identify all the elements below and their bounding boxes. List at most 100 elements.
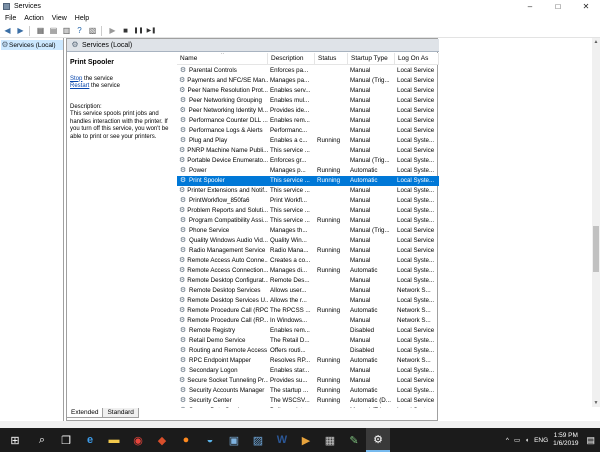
- table-row[interactable]: ⚙ Remote Registry Enables rem... Disabled Lo…: [177, 326, 439, 336]
- scroll-up-icon[interactable]: ▲: [592, 38, 600, 46]
- start-service-icon[interactable]: ▶: [107, 25, 118, 36]
- notification-icon[interactable]: ▤: [586, 435, 595, 446]
- pause-service-icon[interactable]: ❚❚: [133, 25, 144, 36]
- service-name: RPC Endpoint Mapper: [189, 357, 251, 364]
- column-header-status[interactable]: Status: [315, 53, 348, 65]
- taskbar: ⊞ ⌕ ❐ e ▬ ◉ ◆ ● ◒ ▣ ▨ W ▶ ▦ ✎ ⚙ ^ ▭ ◖ EN…: [0, 428, 600, 452]
- app-icon[interactable]: ▣: [222, 428, 246, 452]
- table-row[interactable]: ⚙ Program Compatibility Assi... This servi…: [177, 216, 439, 226]
- refresh-icon[interactable]: ▤: [48, 25, 59, 36]
- table-row[interactable]: ⚙ RPC Endpoint Mapper Resolves RP... Runnin…: [177, 356, 439, 366]
- clock[interactable]: 1:59 PM 1/6/2019: [553, 432, 578, 448]
- table-row[interactable]: ⚙ Remote Access Auto Conne... Creates a co…: [177, 256, 439, 266]
- properties-icon[interactable]: ▧: [87, 25, 98, 36]
- scroll-down-icon[interactable]: ▼: [592, 399, 600, 407]
- table-row[interactable]: ⚙ Remote Procedure Call (RP... In Windows.…: [177, 316, 439, 326]
- restart-service-icon[interactable]: ▶❚: [146, 25, 157, 36]
- table-row[interactable]: ⚙ PNRP Machine Name Publi... This service …: [177, 146, 439, 156]
- app-icon[interactable]: ▦: [318, 428, 342, 452]
- menu-help[interactable]: Help: [75, 15, 89, 22]
- app-icon[interactable]: ◆: [150, 428, 174, 452]
- table-row[interactable]: ⚙ Retail Demo Service The Retail D... Manua…: [177, 336, 439, 346]
- table-row[interactable]: ⚙ Payments and NFC/SE Man... Manages pa...…: [177, 76, 439, 86]
- menu-file[interactable]: File: [5, 15, 16, 22]
- table-row[interactable]: ⚙ Portable Device Enumerato... Enforces gr…: [177, 156, 439, 166]
- table-row[interactable]: ⚙ Performance Logs & Alerts Performanc... M…: [177, 126, 439, 136]
- table-row[interactable]: ⚙ Peer Networking Identity M... Provides i…: [177, 106, 439, 116]
- back-icon[interactable]: ◀: [2, 25, 13, 36]
- restart-suffix: the service: [89, 83, 121, 89]
- table-cell: Network S...: [397, 307, 431, 314]
- stop-service-icon[interactable]: ■: [120, 25, 131, 36]
- firefox-icon[interactable]: ●: [174, 428, 198, 452]
- table-row[interactable]: ⚙ Peer Networking Grouping Enables mul... M…: [177, 96, 439, 106]
- table-row[interactable]: ⚙ Problem Reports and Soluti... This servi…: [177, 206, 439, 216]
- forward-icon[interactable]: ▶: [15, 25, 26, 36]
- table-row[interactable]: ⚙ Radio Management Service Radio Mana... Ru…: [177, 246, 439, 256]
- table-row[interactable]: ⚙ Phone Service Manages th... Manual (Trig.…: [177, 226, 439, 236]
- table-row[interactable]: ⚙ Security Center The WSCSV... Running Autom…: [177, 396, 439, 406]
- table-row[interactable]: ⚙ Parental Controls Enforces pa... Manual Lo…: [177, 66, 439, 76]
- table-row[interactable]: ⚙ Plug and Play Enables a c... Running Manua…: [177, 136, 439, 146]
- chrome-icon[interactable]: ◉: [126, 428, 150, 452]
- table-row[interactable]: ⚙ Remote Procedure Call (RPC) The RPCSS ..…: [177, 306, 439, 316]
- gear-icon: ⚙: [179, 217, 187, 224]
- column-header-startup-type[interactable]: Startup Type: [348, 53, 395, 65]
- restart-service-link[interactable]: Restart: [70, 83, 89, 89]
- edge-icon[interactable]: e: [78, 428, 102, 452]
- table-row[interactable]: ⚙ Routing and Remote Access Offers routi..…: [177, 346, 439, 356]
- table-row[interactable]: ⚙ Printer Extensions and Notif... This ser…: [177, 186, 439, 196]
- table-row[interactable]: ⚙ Performance Counter DLL ... Enables rem.…: [177, 116, 439, 126]
- app-icon[interactable]: ▶: [294, 428, 318, 452]
- maximize-button[interactable]: □: [544, 0, 572, 12]
- services-taskbar-icon[interactable]: ⚙: [366, 428, 390, 452]
- network-icon[interactable]: ▭: [514, 436, 520, 444]
- table-row[interactable]: ⚙ Remote Access Connection... Manages di..…: [177, 266, 439, 276]
- menu-action[interactable]: Action: [24, 15, 43, 22]
- table-row[interactable]: ⚙ Security Accounts Manager The startup ..…: [177, 386, 439, 396]
- close-button[interactable]: ✕: [572, 0, 600, 12]
- table-cell: ⚙ Radio Management Service: [177, 246, 268, 256]
- tab-standard[interactable]: Standard: [102, 408, 139, 418]
- table-row[interactable]: ⚙ Secure Socket Tunneling Pr... Provides s…: [177, 376, 439, 386]
- table-row[interactable]: ⚙ Remote Desktop Services Allows user... Ma…: [177, 286, 439, 296]
- minimize-button[interactable]: –: [516, 0, 544, 12]
- word-icon[interactable]: W: [270, 428, 294, 452]
- table-row[interactable]: ⚙ PrintWorkflow_850fa6 Print Workfl... Manu…: [177, 196, 439, 206]
- app-icon[interactable]: ✎: [342, 428, 366, 452]
- start-icon[interactable]: ⊞: [0, 428, 30, 452]
- table-row[interactable]: ⚙Sensor Data ServiceDelivers dat...Manua…: [177, 406, 439, 408]
- scroll-thumb[interactable]: [593, 226, 599, 272]
- export-list-icon[interactable]: ▥: [61, 25, 72, 36]
- app-icon[interactable]: ▨: [246, 428, 270, 452]
- language-indicator[interactable]: ENG: [534, 437, 548, 444]
- table-cell: ⚙ Printer Extensions and Notif...: [177, 186, 268, 196]
- volume-icon[interactable]: ◖: [525, 437, 529, 444]
- tree-item-services-local[interactable]: ⚙ Services (Local): [1, 40, 63, 50]
- vertical-scrollbar[interactable]: ▲ ▼: [592, 38, 600, 407]
- table-row[interactable]: ⚙ Peer Name Resolution Prot... Enables ser…: [177, 86, 439, 96]
- table-cell: ⚙ Portable Device Enumerato...: [177, 156, 268, 166]
- table-cell: Automatic: [350, 387, 378, 394]
- table-cell: Manual: [350, 117, 371, 124]
- show-console-tree-icon[interactable]: ▦: [35, 25, 46, 36]
- stop-service-link[interactable]: Stop: [70, 76, 82, 82]
- app-icon[interactable]: ◒: [198, 428, 222, 452]
- column-header-log-on-as[interactable]: Log On As: [395, 53, 439, 65]
- stop-suffix: the service: [82, 75, 114, 82]
- table-row[interactable]: ⚙ Remote Desktop Services U... Allows the …: [177, 296, 439, 306]
- column-header-name[interactable]: Name ^: [177, 53, 268, 65]
- tray-overflow-icon[interactable]: ^: [506, 437, 509, 444]
- search-icon[interactable]: ⌕: [30, 428, 54, 452]
- table-row[interactable]: ⚙ Print Spooler This service ... Running Aut…: [177, 176, 439, 186]
- table-row[interactable]: ⚙ Power Manages p... Running Automatic Local …: [177, 166, 439, 176]
- task-view-icon[interactable]: ❐: [54, 428, 78, 452]
- tab-extended[interactable]: Extended: [66, 408, 104, 418]
- table-row[interactable]: ⚙ Remote Desktop Configurat... Remote Des.…: [177, 276, 439, 286]
- table-row[interactable]: ⚙ Secondary Logon Enables star... Manual Loc…: [177, 366, 439, 376]
- menu-view[interactable]: View: [52, 15, 67, 22]
- column-header-description[interactable]: Description: [268, 53, 315, 65]
- help-icon[interactable]: ?: [74, 25, 85, 36]
- table-row[interactable]: ⚙ Quality Windows Audio Vid... Quality Win…: [177, 236, 439, 246]
- file-explorer-icon[interactable]: ▬: [102, 428, 126, 452]
